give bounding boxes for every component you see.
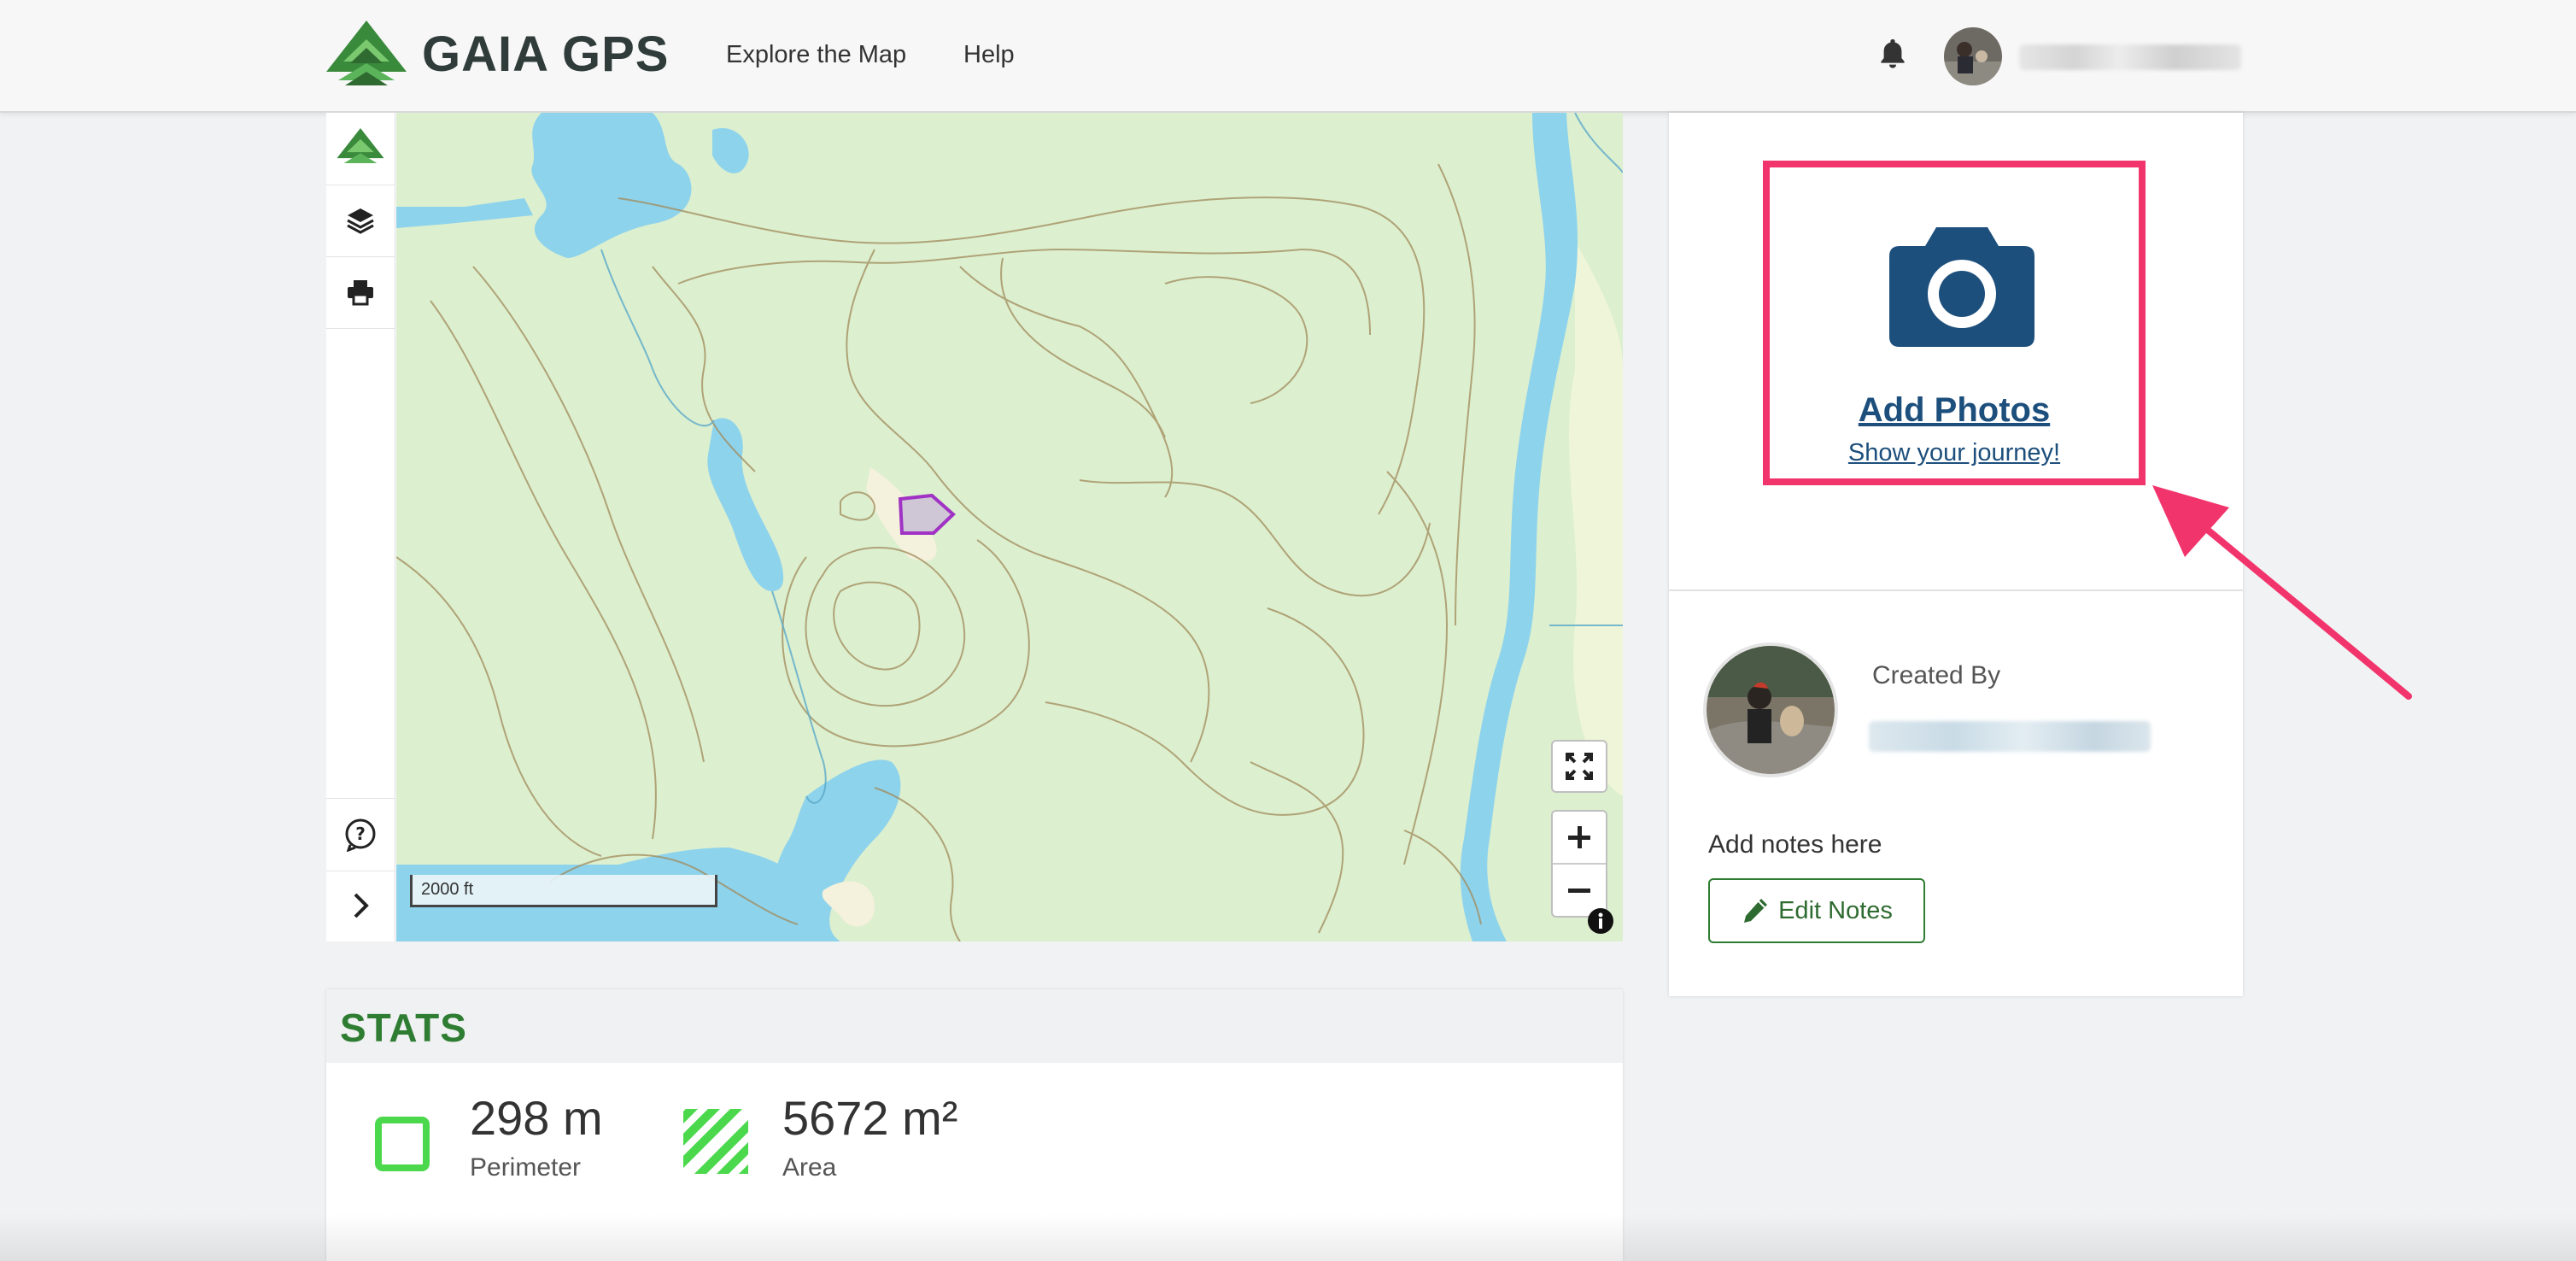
camera-icon[interactable] xyxy=(1889,219,2034,347)
user-avatar[interactable] xyxy=(1944,27,2002,85)
area-value: 5672 m² xyxy=(782,1091,958,1145)
gaia-logo-button[interactable] xyxy=(326,113,395,185)
map-panel: ? 2000 ft xyxy=(326,113,1623,941)
created-by-label: Created By xyxy=(1872,661,2001,689)
perimeter-label: Perimeter xyxy=(470,1153,582,1182)
fullscreen-icon xyxy=(1566,753,1593,780)
edit-notes-label: Edit Notes xyxy=(1778,896,1893,924)
perimeter-value: 298 m xyxy=(470,1091,603,1145)
creator-name-redacted[interactable] xyxy=(1869,721,2151,752)
notes-text: Add notes here xyxy=(1708,830,1882,859)
layers-button[interactable] xyxy=(326,185,395,257)
stats-header: STATS xyxy=(326,989,1623,1063)
show-journey-link[interactable]: Show your journey! xyxy=(1770,439,2139,467)
area-label: Area xyxy=(782,1153,837,1182)
brand-name[interactable]: GAIA GPS xyxy=(422,26,669,83)
notifications-bell-icon[interactable] xyxy=(1876,36,1910,70)
add-photos-link[interactable]: Add Photos xyxy=(1770,391,2139,430)
perimeter-square-icon xyxy=(375,1117,430,1171)
map-scale-bar: 2000 ft xyxy=(410,875,717,907)
zoom-control xyxy=(1551,810,1607,918)
zoom-in-icon xyxy=(1568,826,1590,848)
help-button[interactable]: ? xyxy=(326,798,395,871)
nav-explore-map[interactable]: Explore the Map xyxy=(726,41,906,69)
layers-icon xyxy=(347,208,374,234)
bottom-shadow xyxy=(0,1213,2576,1261)
pencil-icon xyxy=(1744,899,1768,923)
print-button[interactable] xyxy=(326,256,395,329)
annotation-arrow xyxy=(2152,485,2412,700)
map-canvas[interactable]: . xyxy=(395,113,1623,941)
info-icon[interactable] xyxy=(1587,907,1614,935)
zoom-in-button[interactable] xyxy=(1553,812,1606,865)
fullscreen-button[interactable] xyxy=(1551,740,1607,793)
zoom-out-icon xyxy=(1568,889,1590,893)
help-icon: ? xyxy=(345,818,376,852)
stats-title: STATS xyxy=(340,1006,467,1050)
area-hatch-icon xyxy=(683,1109,748,1174)
expand-sidebar-button[interactable] xyxy=(326,870,395,941)
gaia-gps-logo-icon[interactable] xyxy=(326,21,407,91)
topo-map[interactable]: . xyxy=(395,113,1623,941)
gaia-logo-icon xyxy=(337,128,384,163)
chevron-right-icon xyxy=(354,893,369,918)
add-photos-highlight[interactable]: Add Photos Show your journey! xyxy=(1763,161,2146,485)
edit-notes-button[interactable]: Edit Notes xyxy=(1708,878,1925,943)
user-name-redacted[interactable] xyxy=(2019,44,2241,70)
svg-text:?: ? xyxy=(355,824,366,844)
nav-help[interactable]: Help xyxy=(963,41,1015,69)
creator-avatar[interactable] xyxy=(1703,642,1838,777)
map-toolbar: ? xyxy=(326,113,395,941)
top-navigation-bar: GAIA GPS Explore the Map Help xyxy=(0,0,2576,113)
print-icon xyxy=(348,280,373,306)
